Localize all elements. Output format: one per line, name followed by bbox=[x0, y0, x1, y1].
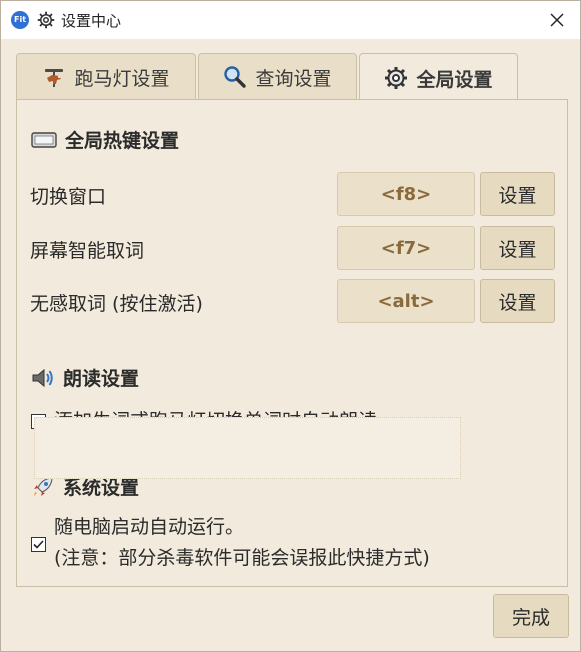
set-hotkey-silent-capture-button[interactable]: 设置 bbox=[480, 279, 555, 323]
hotkey-field-silent-capture[interactable]: <alt> bbox=[337, 279, 475, 323]
speaker-icon bbox=[32, 368, 53, 387]
startup-checkbox[interactable] bbox=[31, 537, 46, 552]
app-icon: Fit bbox=[11, 11, 29, 29]
done-button[interactable]: 完成 bbox=[493, 594, 569, 638]
magnifier-icon bbox=[224, 66, 247, 88]
hotkeys-section-title: 全局热键设置 bbox=[31, 126, 179, 153]
title-bar: Fit 设置中心 bbox=[1, 1, 580, 39]
close-button[interactable] bbox=[540, 5, 574, 35]
startup-note: (注意：部分杀毒软件可能会误报此快捷方式) bbox=[54, 547, 430, 569]
hotkey-field-switch-window[interactable]: <f8> bbox=[337, 172, 475, 216]
window-title: 设置中心 bbox=[61, 12, 122, 30]
tab-marquee-settings[interactable]: 跑马灯设置 bbox=[16, 53, 196, 100]
carousel-horse-icon bbox=[45, 69, 64, 87]
tab-global-settings[interactable]: 全局设置 bbox=[359, 53, 518, 102]
reading-section-title: 朗读设置 bbox=[31, 364, 139, 391]
gear-icon bbox=[37, 11, 55, 29]
tab-bar: 跑马灯设置 查询设置 全局设置 bbox=[16, 53, 576, 102]
section-heading: 全局热键设置 bbox=[65, 130, 180, 152]
tab-label: 全局设置 bbox=[416, 68, 493, 91]
hotkey-label-switch-window: 切换窗口 bbox=[30, 186, 107, 208]
hotkey-label-smart-capture: 屏幕智能取词 bbox=[30, 240, 145, 262]
close-icon bbox=[550, 13, 564, 27]
startup-label: 随电脑启动自动运行。 bbox=[54, 516, 245, 538]
section-heading: 朗读设置 bbox=[63, 368, 140, 390]
set-hotkey-switch-window-button[interactable]: 设置 bbox=[480, 172, 555, 216]
hotkey-label-silent-capture: 无感取词 (按住激活) bbox=[30, 293, 203, 315]
settings-window: Fit 设置中心 跑马灯设置 查询设置 全局设置 全局热键设置 切换窗口 <f8… bbox=[0, 0, 581, 652]
tab-label: 查询设置 bbox=[255, 67, 332, 90]
keyboard-icon bbox=[31, 131, 57, 148]
set-hotkey-smart-capture-button[interactable]: 设置 bbox=[480, 226, 555, 270]
gear-icon bbox=[385, 67, 408, 89]
tab-query-settings[interactable]: 查询设置 bbox=[198, 53, 357, 100]
startup-option bbox=[34, 417, 461, 479]
tab-label: 跑马灯设置 bbox=[74, 67, 170, 90]
check-icon bbox=[33, 540, 44, 549]
hotkey-field-smart-capture[interactable]: <f7> bbox=[337, 226, 475, 270]
